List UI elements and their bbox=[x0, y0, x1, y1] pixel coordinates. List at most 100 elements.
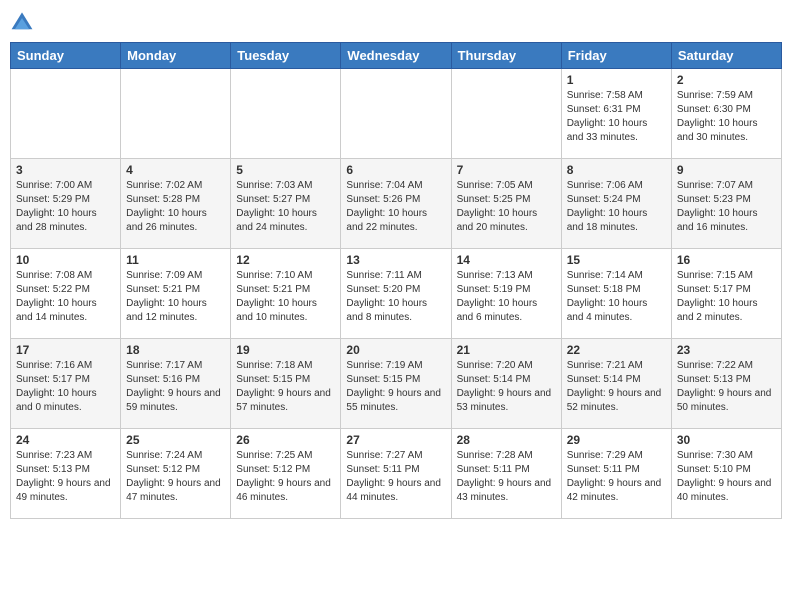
day-number: 12 bbox=[236, 253, 335, 267]
day-number: 9 bbox=[677, 163, 776, 177]
day-number: 16 bbox=[677, 253, 776, 267]
calendar-cell: 5 Sunrise: 7:03 AM Sunset: 5:27 PM Daylig… bbox=[231, 159, 341, 249]
day-number: 1 bbox=[567, 73, 666, 87]
weekday-header-thursday: Thursday bbox=[451, 43, 561, 69]
day-number: 27 bbox=[346, 433, 445, 447]
calendar-cell: 2 Sunrise: 7:59 AM Sunset: 6:30 PM Daylig… bbox=[671, 69, 781, 159]
calendar-cell: 20 Sunrise: 7:19 AM Sunset: 5:15 PM Dayli… bbox=[341, 339, 451, 429]
day-number: 5 bbox=[236, 163, 335, 177]
day-number: 26 bbox=[236, 433, 335, 447]
day-number: 11 bbox=[126, 253, 225, 267]
calendar-cell: 17 Sunrise: 7:16 AM Sunset: 5:17 PM Dayli… bbox=[11, 339, 121, 429]
day-info: Sunrise: 7:18 AM Sunset: 5:15 PM Dayligh… bbox=[236, 359, 335, 415]
calendar-cell: 19 Sunrise: 7:18 AM Sunset: 5:15 PM Dayli… bbox=[231, 339, 341, 429]
calendar-cell: 4 Sunrise: 7:02 AM Sunset: 5:28 PM Daylig… bbox=[121, 159, 231, 249]
day-info: Sunrise: 7:08 AM Sunset: 5:22 PM Dayligh… bbox=[16, 269, 115, 325]
day-number: 17 bbox=[16, 343, 115, 357]
day-info: Sunrise: 7:25 AM Sunset: 5:12 PM Dayligh… bbox=[236, 449, 335, 505]
day-number: 25 bbox=[126, 433, 225, 447]
day-number: 6 bbox=[346, 163, 445, 177]
day-info: Sunrise: 7:15 AM Sunset: 5:17 PM Dayligh… bbox=[677, 269, 776, 325]
day-info: Sunrise: 7:07 AM Sunset: 5:23 PM Dayligh… bbox=[677, 179, 776, 235]
day-info: Sunrise: 7:17 AM Sunset: 5:16 PM Dayligh… bbox=[126, 359, 225, 415]
calendar-cell: 18 Sunrise: 7:17 AM Sunset: 5:16 PM Dayli… bbox=[121, 339, 231, 429]
weekday-header-friday: Friday bbox=[561, 43, 671, 69]
calendar-week-row: 3Sunrise: 7:00 AM Sunset: 5:29 PM Daylig… bbox=[11, 159, 782, 249]
day-info: Sunrise: 7:24 AM Sunset: 5:12 PM Dayligh… bbox=[126, 449, 225, 505]
day-number: 21 bbox=[457, 343, 556, 357]
day-info: Sunrise: 7:19 AM Sunset: 5:15 PM Dayligh… bbox=[346, 359, 445, 415]
calendar-cell: 3Sunrise: 7:00 AM Sunset: 5:29 PM Daylig… bbox=[11, 159, 121, 249]
calendar-week-row: 24 Sunrise: 7:23 AM Sunset: 5:13 PM Dayli… bbox=[11, 429, 782, 519]
calendar-week-row: 1 Sunrise: 7:58 AM Sunset: 6:31 PM Daylig… bbox=[11, 69, 782, 159]
calendar-cell: 24 Sunrise: 7:23 AM Sunset: 5:13 PM Dayli… bbox=[11, 429, 121, 519]
day-info: Sunrise: 7:11 AM Sunset: 5:20 PM Dayligh… bbox=[346, 269, 445, 325]
calendar-cell: 6 Sunrise: 7:04 AM Sunset: 5:26 PM Daylig… bbox=[341, 159, 451, 249]
day-number: 10 bbox=[16, 253, 115, 267]
day-number: 18 bbox=[126, 343, 225, 357]
calendar-cell: 29Sunrise: 7:29 AM Sunset: 5:11 PM Dayli… bbox=[561, 429, 671, 519]
calendar-week-row: 10 Sunrise: 7:08 AM Sunset: 5:22 PM Dayli… bbox=[11, 249, 782, 339]
day-info: Sunrise: 7:23 AM Sunset: 5:13 PM Dayligh… bbox=[16, 449, 115, 505]
calendar-cell: 25 Sunrise: 7:24 AM Sunset: 5:12 PM Dayli… bbox=[121, 429, 231, 519]
day-number: 20 bbox=[346, 343, 445, 357]
day-info: Sunrise: 7:58 AM Sunset: 6:31 PM Dayligh… bbox=[567, 89, 666, 145]
weekday-header-saturday: Saturday bbox=[671, 43, 781, 69]
day-info: Sunrise: 7:20 AM Sunset: 5:14 PM Dayligh… bbox=[457, 359, 556, 415]
calendar-cell: 7 Sunrise: 7:05 AM Sunset: 5:25 PM Daylig… bbox=[451, 159, 561, 249]
weekday-header-wednesday: Wednesday bbox=[341, 43, 451, 69]
calendar-cell: 28 Sunrise: 7:28 AM Sunset: 5:11 PM Dayli… bbox=[451, 429, 561, 519]
day-number: 4 bbox=[126, 163, 225, 177]
day-info: Sunrise: 7:16 AM Sunset: 5:17 PM Dayligh… bbox=[16, 359, 115, 415]
calendar-table: SundayMondayTuesdayWednesdayThursdayFrid… bbox=[10, 42, 782, 519]
page-header bbox=[10, 10, 782, 34]
day-info: Sunrise: 7:14 AM Sunset: 5:18 PM Dayligh… bbox=[567, 269, 666, 325]
day-info: Sunrise: 7:27 AM Sunset: 5:11 PM Dayligh… bbox=[346, 449, 445, 505]
day-info: Sunrise: 7:03 AM Sunset: 5:27 PM Dayligh… bbox=[236, 179, 335, 235]
day-number: 29 bbox=[567, 433, 666, 447]
calendar-cell: 22 Sunrise: 7:21 AM Sunset: 5:14 PM Dayli… bbox=[561, 339, 671, 429]
calendar-cell: 8 Sunrise: 7:06 AM Sunset: 5:24 PM Daylig… bbox=[561, 159, 671, 249]
day-info: Sunrise: 7:02 AM Sunset: 5:28 PM Dayligh… bbox=[126, 179, 225, 235]
calendar-cell bbox=[451, 69, 561, 159]
weekday-header-monday: Monday bbox=[121, 43, 231, 69]
day-info: Sunrise: 7:04 AM Sunset: 5:26 PM Dayligh… bbox=[346, 179, 445, 235]
calendar-cell: 16 Sunrise: 7:15 AM Sunset: 5:17 PM Dayli… bbox=[671, 249, 781, 339]
day-number: 19 bbox=[236, 343, 335, 357]
day-info: Sunrise: 7:06 AM Sunset: 5:24 PM Dayligh… bbox=[567, 179, 666, 235]
day-info: Sunrise: 7:59 AM Sunset: 6:30 PM Dayligh… bbox=[677, 89, 776, 145]
day-number: 28 bbox=[457, 433, 556, 447]
logo-icon bbox=[10, 10, 34, 34]
calendar-cell: 12 Sunrise: 7:10 AM Sunset: 5:21 PM Dayli… bbox=[231, 249, 341, 339]
calendar-cell: 14Sunrise: 7:13 AM Sunset: 5:19 PM Dayli… bbox=[451, 249, 561, 339]
day-info: Sunrise: 7:21 AM Sunset: 5:14 PM Dayligh… bbox=[567, 359, 666, 415]
day-info: Sunrise: 7:22 AM Sunset: 5:13 PM Dayligh… bbox=[677, 359, 776, 415]
calendar-cell bbox=[341, 69, 451, 159]
calendar-header-row: SundayMondayTuesdayWednesdayThursdayFrid… bbox=[11, 43, 782, 69]
day-info: Sunrise: 7:28 AM Sunset: 5:11 PM Dayligh… bbox=[457, 449, 556, 505]
calendar-week-row: 17 Sunrise: 7:16 AM Sunset: 5:17 PM Dayli… bbox=[11, 339, 782, 429]
calendar-cell bbox=[121, 69, 231, 159]
day-number: 22 bbox=[567, 343, 666, 357]
day-number: 13 bbox=[346, 253, 445, 267]
calendar-cell: 27 Sunrise: 7:27 AM Sunset: 5:11 PM Dayli… bbox=[341, 429, 451, 519]
day-number: 24 bbox=[16, 433, 115, 447]
calendar-cell: 26 Sunrise: 7:25 AM Sunset: 5:12 PM Dayli… bbox=[231, 429, 341, 519]
calendar-cell: 13 Sunrise: 7:11 AM Sunset: 5:20 PM Dayli… bbox=[341, 249, 451, 339]
day-number: 15 bbox=[567, 253, 666, 267]
day-number: 14 bbox=[457, 253, 556, 267]
logo bbox=[10, 10, 38, 34]
calendar-cell: 15 Sunrise: 7:14 AM Sunset: 5:18 PM Dayli… bbox=[561, 249, 671, 339]
day-number: 2 bbox=[677, 73, 776, 87]
calendar-cell: 23Sunrise: 7:22 AM Sunset: 5:13 PM Dayli… bbox=[671, 339, 781, 429]
day-number: 7 bbox=[457, 163, 556, 177]
day-info: Sunrise: 7:10 AM Sunset: 5:21 PM Dayligh… bbox=[236, 269, 335, 325]
day-info: Sunrise: 7:05 AM Sunset: 5:25 PM Dayligh… bbox=[457, 179, 556, 235]
calendar-cell bbox=[11, 69, 121, 159]
calendar-cell: 10 Sunrise: 7:08 AM Sunset: 5:22 PM Dayli… bbox=[11, 249, 121, 339]
day-number: 30 bbox=[677, 433, 776, 447]
calendar-cell: 11Sunrise: 7:09 AM Sunset: 5:21 PM Dayli… bbox=[121, 249, 231, 339]
day-number: 3 bbox=[16, 163, 115, 177]
weekday-header-tuesday: Tuesday bbox=[231, 43, 341, 69]
day-number: 8 bbox=[567, 163, 666, 177]
